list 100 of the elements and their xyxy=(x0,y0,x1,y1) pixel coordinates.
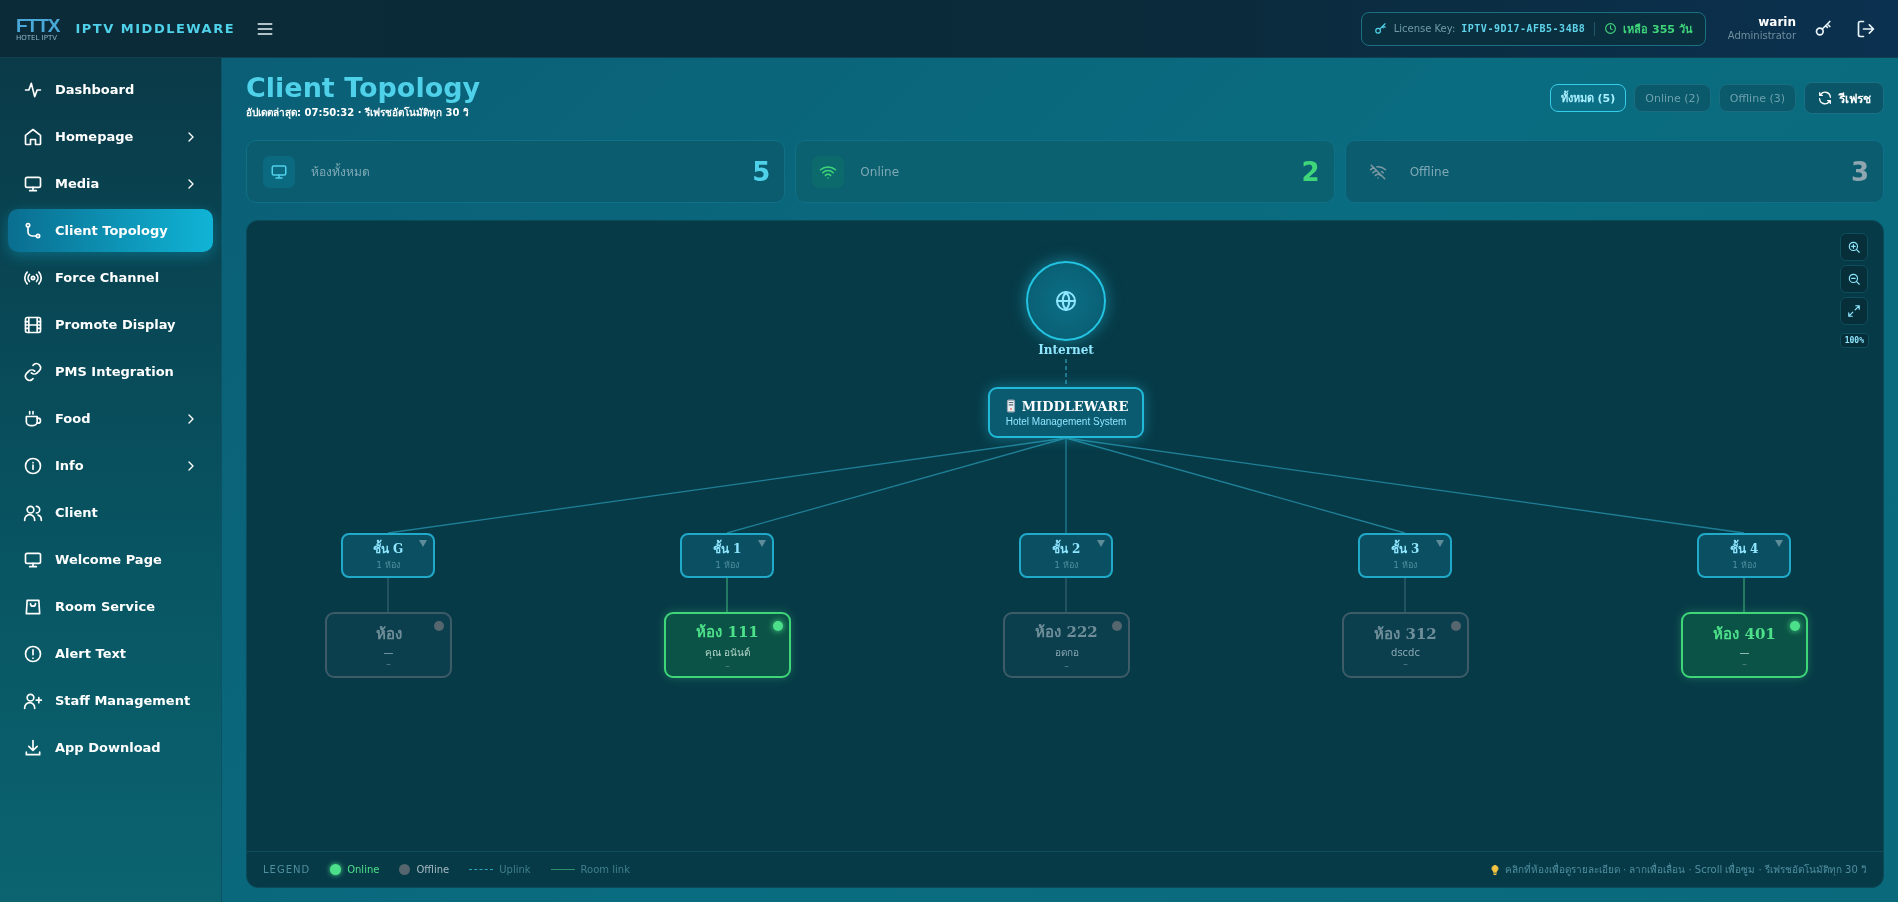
caret-icon[interactable] xyxy=(419,540,427,548)
home-icon xyxy=(23,126,43,147)
floor-node[interactable]: ชั้น G 1 ห้อง xyxy=(341,533,435,579)
caret-icon[interactable] xyxy=(1436,540,1444,548)
floor-room-count: 1 ห้อง xyxy=(715,559,739,573)
floor-node[interactable]: ชั้น 2 1 ห้อง xyxy=(1019,533,1113,579)
zoom-in-button[interactable] xyxy=(1840,233,1869,262)
room-link-line xyxy=(726,577,728,613)
sidebar-item[interactable]: Dashboard xyxy=(8,68,213,111)
sidebar-item[interactable]: Room Service xyxy=(8,585,213,628)
guest-name: — xyxy=(1739,646,1750,658)
license-label: License Key: xyxy=(1393,23,1456,34)
sidebar-item[interactable]: Info xyxy=(8,444,213,487)
stat-value: 5 xyxy=(752,156,771,187)
stat-label: Offline xyxy=(1409,164,1451,179)
update-status: อัปเดตล่าสุด: 07:50:32 · รีเฟรชอัตโนมัติทุก 30 วิ xyxy=(246,106,470,121)
sidebar-item[interactable]: Homepage xyxy=(8,115,213,158)
sidebar-item[interactable]: Staff Management xyxy=(8,679,213,722)
uplink-line xyxy=(1065,358,1067,387)
floor-node[interactable]: ชั้น 4 1 ห้อง xyxy=(1697,533,1791,579)
online-dot xyxy=(330,864,342,875)
middleware-subtitle: Hotel Management System xyxy=(1005,415,1127,427)
floor-room-count: 1 ห้อง xyxy=(376,559,400,573)
page-title: Client Topology xyxy=(246,71,481,105)
globe-icon xyxy=(1054,289,1078,314)
expand-icon xyxy=(1847,304,1862,319)
film-icon xyxy=(23,314,43,335)
guest-name: — xyxy=(383,646,394,658)
room-detail: – xyxy=(725,660,730,671)
status-dot xyxy=(434,621,444,632)
internet-label: Internet xyxy=(1037,343,1095,358)
status-dot xyxy=(773,621,783,632)
room-node[interactable]: ห้อง 401 — – xyxy=(1681,612,1808,679)
refresh-button[interactable]: รีเฟรช xyxy=(1804,82,1884,114)
floor-node[interactable]: ชั้น 3 1 ห้อง xyxy=(1358,533,1452,579)
clock-icon xyxy=(1604,22,1618,35)
floor-room-count: 1 ห้อง xyxy=(1393,559,1417,573)
stat-value: 2 xyxy=(1301,156,1320,187)
sidebar-item[interactable]: Welcome Page xyxy=(8,538,213,581)
room-node[interactable]: ห้อง 312 dscdc – xyxy=(1342,612,1469,679)
caret-icon[interactable] xyxy=(1775,540,1783,548)
floor-name: ชั้น 3 xyxy=(1390,539,1420,559)
room-name: ห้อง 111 xyxy=(696,621,759,643)
sidebar-item[interactable]: PMS Integration xyxy=(8,350,213,393)
caret-icon[interactable] xyxy=(758,540,766,548)
floor-name: ชั้น 4 xyxy=(1729,539,1759,559)
sidebar-item[interactable]: App Download xyxy=(8,726,213,769)
stat-label: ห้องทั้งหมด xyxy=(311,162,371,182)
legend-label: Room link xyxy=(580,864,630,875)
logout-icon xyxy=(1856,18,1876,39)
route-icon xyxy=(23,220,43,241)
caret-icon[interactable] xyxy=(1097,540,1105,548)
room-node[interactable]: ห้อง — – xyxy=(325,612,452,679)
floor-name: ชั้น 2 xyxy=(1051,539,1081,559)
room-detail: – xyxy=(1064,660,1069,671)
filter-button[interactable]: ทั้งหมด (5) xyxy=(1549,84,1627,112)
room-node[interactable]: ห้อง 111 คุณ อนันต์ – xyxy=(664,612,791,679)
middleware-node[interactable]: MIDDLEWARE Hotel Management System xyxy=(988,387,1144,439)
room-detail: – xyxy=(386,658,391,669)
fit-button[interactable] xyxy=(1840,297,1869,326)
sidebar-item[interactable]: Client Topology xyxy=(8,209,213,252)
internet-node[interactable] xyxy=(1026,261,1106,342)
monitor-icon xyxy=(270,162,288,181)
stat-value: 3 xyxy=(1850,156,1869,187)
sidebar-item[interactable]: Force Channel xyxy=(8,256,213,299)
sidebar-item[interactable]: Alert Text xyxy=(8,632,213,675)
zoom-out-button[interactable] xyxy=(1840,265,1869,294)
legend-label: Uplink xyxy=(499,864,531,875)
status-dot xyxy=(1790,621,1800,632)
alert-icon xyxy=(23,643,43,664)
legend-title: LEGEND xyxy=(263,864,311,875)
floor-node[interactable]: ชั้น 1 1 ห้อง xyxy=(680,533,774,579)
room-name: ห้อง 401 xyxy=(1713,623,1776,645)
room-detail: – xyxy=(1742,658,1747,669)
user-role: Administrator xyxy=(1727,29,1796,43)
floor-name: ชั้น G xyxy=(372,539,404,559)
info-icon xyxy=(23,455,43,476)
sidebar-item[interactable]: Promote Display xyxy=(8,303,213,346)
solid-line-swatch xyxy=(550,869,575,870)
guest-name: อดกอ xyxy=(1054,645,1079,660)
sidebar-item[interactable]: Client xyxy=(8,491,213,534)
offline-dot xyxy=(399,864,411,875)
sidebar-item[interactable]: Food xyxy=(8,397,213,440)
download-icon xyxy=(23,737,43,758)
stat-label: Online xyxy=(860,164,901,179)
lightbulb-icon xyxy=(1488,863,1501,876)
sidebar-item[interactable]: Media xyxy=(8,162,213,205)
app-name: IPTV MIDDLEWARE xyxy=(75,21,236,36)
user-name: warin xyxy=(1758,14,1796,30)
room-node[interactable]: ห้อง 222 อดกอ – xyxy=(1003,612,1130,679)
dashed-line-swatch xyxy=(469,869,494,870)
license-key: IPTV-9D17-AFB5-34B8 xyxy=(1461,23,1586,34)
room-name: ห้อง 222 xyxy=(1035,621,1098,643)
zoom-in-icon xyxy=(1847,240,1862,255)
middleware-title: MIDDLEWARE xyxy=(1021,398,1129,414)
room-name: ห้อง 312 xyxy=(1374,623,1437,645)
floor-room-count: 1 ห้อง xyxy=(1054,559,1078,573)
room-link-line xyxy=(1743,577,1745,613)
floor-room-count: 1 ห้อง xyxy=(1732,559,1756,573)
room-name: ห้อง xyxy=(375,623,402,645)
